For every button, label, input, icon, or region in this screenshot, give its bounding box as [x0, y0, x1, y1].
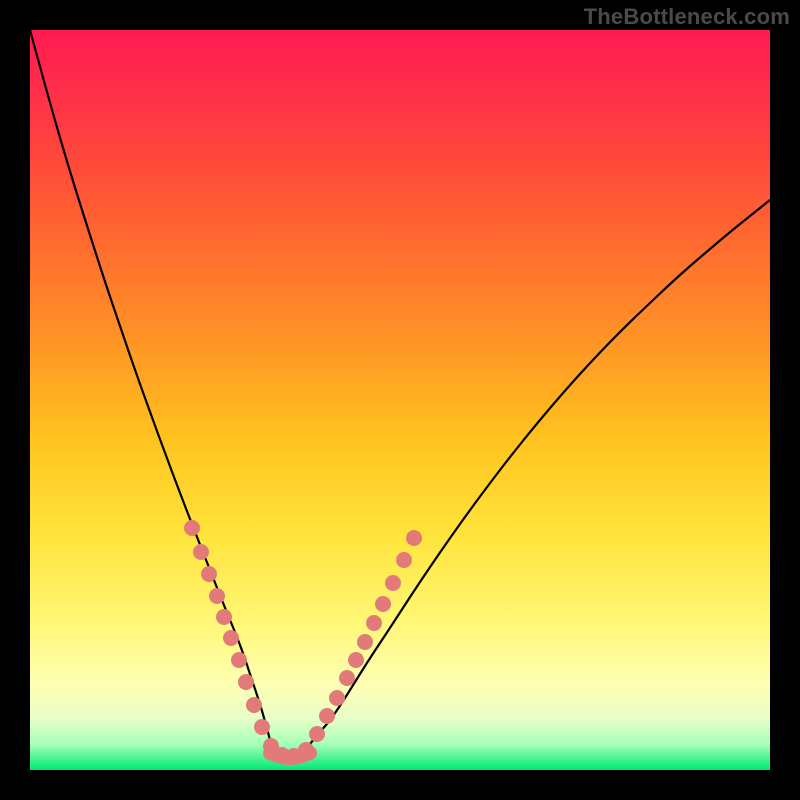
marker-point	[201, 566, 217, 582]
marker-point	[319, 708, 335, 724]
marker-point	[246, 697, 262, 713]
chart-frame: TheBottleneck.com	[0, 0, 800, 800]
marker-point	[396, 552, 412, 568]
watermark-text: TheBottleneck.com	[584, 4, 790, 30]
chart-svg	[30, 30, 770, 770]
plot-area	[30, 30, 770, 770]
marker-point	[223, 630, 239, 646]
marker-point	[385, 575, 401, 591]
marker-point	[309, 726, 325, 742]
marker-point	[329, 690, 345, 706]
marker-point	[348, 652, 364, 668]
marker-point	[339, 670, 355, 686]
marker-point	[254, 719, 270, 735]
marker-point	[231, 652, 247, 668]
gradient-background	[30, 30, 770, 770]
marker-point	[216, 609, 232, 625]
marker-point	[238, 674, 254, 690]
marker-point	[209, 588, 225, 604]
marker-point	[406, 530, 422, 546]
marker-point	[193, 544, 209, 560]
marker-point	[366, 615, 382, 631]
marker-point	[357, 634, 373, 650]
marker-point	[298, 742, 314, 758]
marker-point	[184, 520, 200, 536]
marker-point	[375, 596, 391, 612]
